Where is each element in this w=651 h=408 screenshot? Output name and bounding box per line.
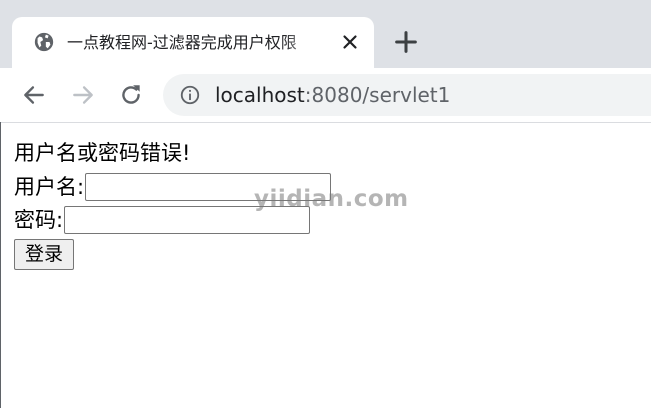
url-text[interactable]: localhost:8080/servlet1 [215, 81, 450, 109]
address-bar[interactable]: localhost:8080/servlet1 [163, 74, 651, 116]
plus-icon[interactable] [392, 28, 420, 56]
error-message: 用户名或密码错误! [14, 141, 191, 165]
watermark: yiidian.com [254, 186, 409, 212]
url-host: localhost [215, 83, 305, 107]
username-label: 用户名: [14, 175, 85, 199]
forward-arrow-icon[interactable] [70, 82, 96, 108]
password-label: 密码: [14, 208, 64, 232]
back-arrow-icon[interactable] [21, 82, 47, 108]
window-edge [0, 122, 1, 408]
login-button[interactable]: 登录 [14, 239, 75, 270]
url-path: :8080/servlet1 [304, 83, 451, 107]
info-icon[interactable] [179, 84, 201, 106]
browser-toolbar: localhost:8080/servlet1 [0, 68, 651, 123]
close-icon[interactable] [339, 31, 361, 53]
reload-icon[interactable] [118, 82, 144, 108]
browser-tab[interactable]: 一点教程网-过滤器完成用户权限 [12, 17, 374, 68]
tab-strip: 一点教程网-过滤器完成用户权限 [0, 0, 651, 68]
tab-title: 一点教程网-过滤器完成用户权限 [67, 33, 297, 52]
globe-icon [34, 32, 54, 52]
